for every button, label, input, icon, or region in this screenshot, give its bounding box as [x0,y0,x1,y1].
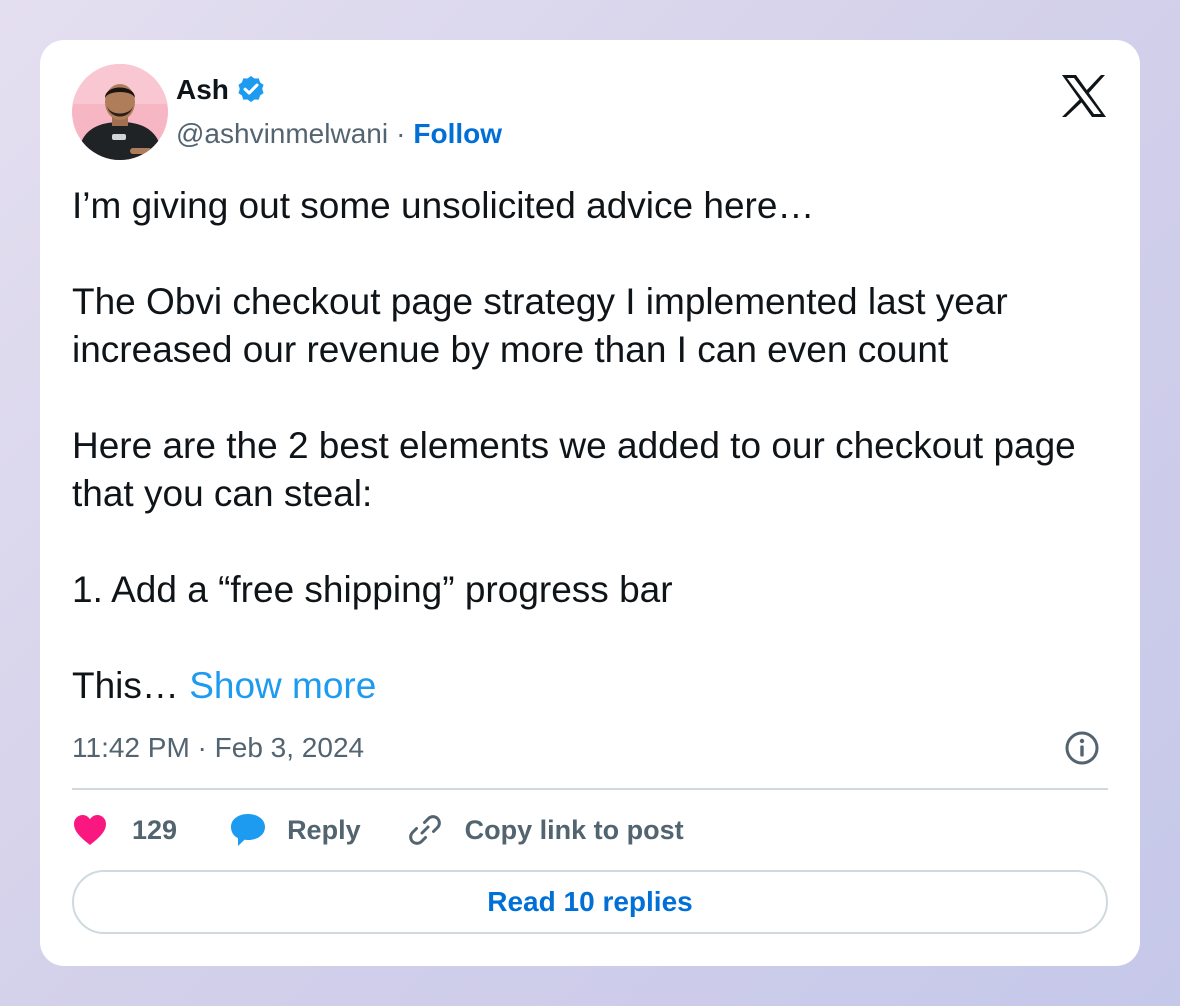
show-more-link[interactable]: Show more [189,665,376,706]
handle-separator: · [396,118,406,149]
copy-link-label: Copy link to post [464,814,684,845]
author-name[interactable]: Ash [176,74,229,106]
truncated-text: This… [72,665,190,706]
x-logo-icon[interactable] [1060,74,1108,118]
follow-button[interactable]: Follow [413,118,502,150]
divider [72,788,1108,790]
verified-badge-icon [235,74,267,106]
author-handle[interactable]: @ashvinmelwani [176,118,388,150]
heart-icon [72,814,108,846]
author-handle-row: @ashvinmelwani · Follow [176,116,502,152]
avatar-image [72,64,168,160]
author-name-row: Ash [176,72,267,108]
tweet-text: I’m giving out some unsolicited advice h… [72,182,1112,710]
tweet-timestamp[interactable]: 11:42 PM · Feb 3, 2024 [72,730,364,766]
read-replies-button[interactable]: Read 10 replies [72,870,1108,934]
tweet-paragraph: I’m giving out some unsolicited advice h… [72,185,815,226]
info-icon[interactable] [1064,730,1100,766]
like-button[interactable]: 129 [72,814,177,846]
tweet-paragraph: 1. Add a “free shipping” progress bar [72,569,673,610]
reply-label: Reply [287,814,361,845]
reply-button[interactable]: Reply [229,812,361,848]
copy-link-button[interactable]: Copy link to post [407,812,684,848]
speech-bubble-icon [229,812,267,848]
link-icon [407,812,443,848]
tweet-paragraph: Here are the 2 best elements we added to… [72,425,1076,514]
tweet-card: Ash @ashvinmelwani · Follow I’m giving o… [40,40,1140,966]
tweet-truncated-paragraph: This… Show more [72,662,1112,710]
tweet-paragraph: The Obvi checkout page strategy I implem… [72,281,1008,370]
tweet-actions: 129 Reply Copy link to post [72,808,684,852]
like-count: 129 [132,814,178,845]
avatar[interactable] [72,64,168,160]
